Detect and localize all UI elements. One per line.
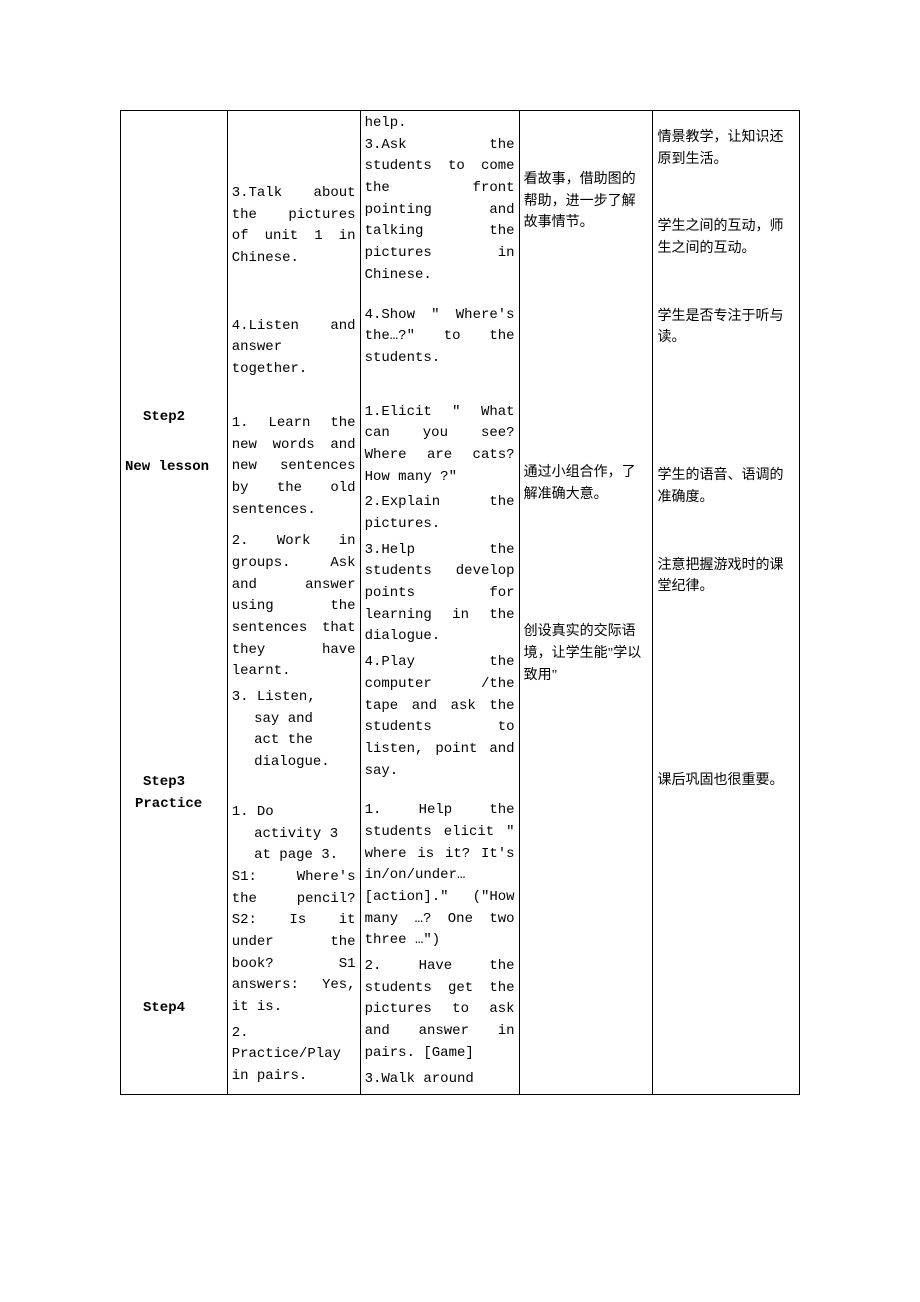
stu-practice-2: 2. Practice/Play in pairs.: [232, 1023, 356, 1088]
stu-newlesson-3d: dialogue.: [232, 752, 356, 774]
stu-newlesson-3b: say and: [232, 709, 356, 731]
stu-practice-dialog: S1: Where's the pencil? S2: Is it under …: [232, 867, 356, 1019]
tea-newlesson-2: 2.Explain the pictures.: [365, 492, 515, 535]
tea-newlesson-1: 1.Elicit " What can you see? Where are c…: [365, 402, 515, 489]
note-2: 学生之间的互动，师生之间的互动。: [657, 216, 795, 259]
purpose-3: 创设真实的交际语境，让学生能"学以致用": [524, 621, 649, 686]
stu-practice-1a: 1. Do: [232, 802, 356, 824]
stu-newlesson-1: 1. Learn the new words and new sentences…: [232, 413, 356, 521]
purpose-cell: 看故事，借助图的帮助，进一步了解故事情节。 通过小组合作，了解准确大意。 创设真…: [519, 111, 653, 1095]
lesson-plan-table: Step2 New lesson Step3 Practice Step4 3.…: [120, 110, 800, 1095]
note-5: 注意把握游戏时的课堂纪律。: [657, 555, 795, 598]
note-1: 情景教学，让知识还原到生活。: [657, 127, 795, 170]
tea-help: help.: [365, 113, 515, 135]
page: Step2 New lesson Step3 Practice Step4 3.…: [0, 0, 920, 1302]
newlesson-label: New lesson: [125, 457, 223, 479]
tea-newlesson-3: 3.Help the students develop points for l…: [365, 540, 515, 648]
note-3: 学生是否专注于听与读。: [657, 306, 795, 349]
step3-label: Step3: [125, 772, 223, 794]
tea-item-3: 3.Ask the students to come the front poi…: [365, 135, 515, 287]
step4-label: Step4: [125, 998, 223, 1020]
notes-cell: 情景教学，让知识还原到生活。 学生之间的互动，师生之间的互动。 学生是否专注于听…: [653, 111, 800, 1095]
tea-practice-3: 3.Walk around: [365, 1069, 515, 1091]
tea-practice-1: 1. Help the students elicit " where is i…: [365, 800, 515, 952]
note-4: 学生的语音、语调的准确度。: [657, 465, 795, 508]
stu-practice-1c: at page 3.: [232, 845, 356, 867]
stu-newlesson-3c: act the: [232, 730, 356, 752]
purpose-1: 看故事，借助图的帮助，进一步了解故事情节。: [524, 169, 649, 234]
step2-label: Step2: [125, 407, 223, 429]
step-cell: Step2 New lesson Step3 Practice Step4: [121, 111, 228, 1095]
tea-newlesson-4: 4.Play the computer /the tape and ask th…: [365, 652, 515, 782]
stu-item-3: 3.Talk about the pictures of unit 1 in C…: [232, 183, 356, 270]
tea-practice-2: 2. Have the students get the pictures to…: [365, 956, 515, 1064]
student-activity-cell: 3.Talk about the pictures of unit 1 in C…: [227, 111, 360, 1095]
table-row: Step2 New lesson Step3 Practice Step4 3.…: [121, 111, 800, 1095]
stu-newlesson-2: 2. Work in groups. Ask and answer using …: [232, 531, 356, 683]
practice-label: Practice: [125, 794, 223, 816]
note-6: 课后巩固也很重要。: [657, 770, 795, 792]
stu-newlesson-3a: 3. Listen,: [232, 687, 356, 709]
teacher-activity-cell: help. 3.Ask the students to come the fro…: [360, 111, 519, 1095]
tea-item-4: 4.Show " Where's the…?" to the students.: [365, 305, 515, 370]
stu-item-4: 4.Listen and answer together.: [232, 316, 356, 381]
purpose-2: 通过小组合作，了解准确大意。: [524, 462, 649, 505]
stu-practice-1b: activity 3: [232, 824, 356, 846]
